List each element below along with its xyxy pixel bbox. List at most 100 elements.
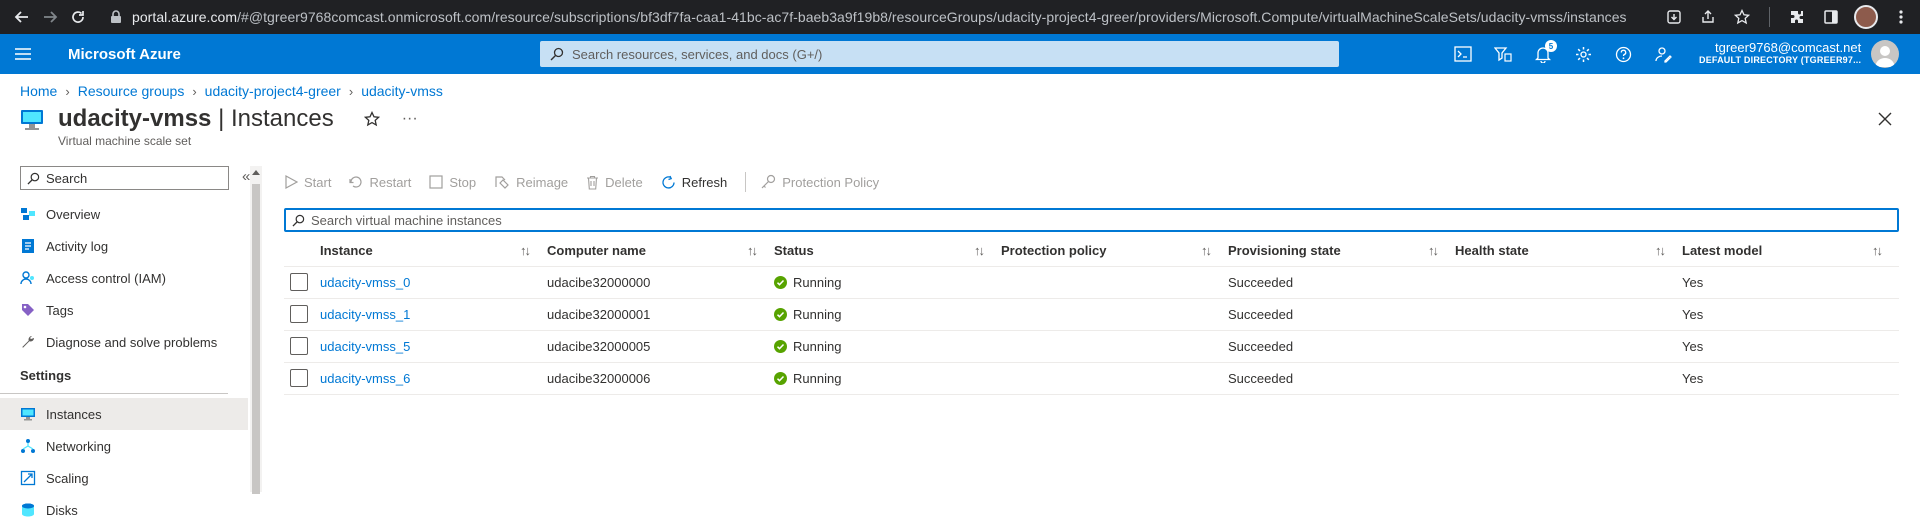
start-button[interactable]: Start: [284, 175, 331, 190]
table-header-row: Instance ↑↓ Computer name ↑↓ Status ↑↓ Prot…: [284, 236, 1899, 267]
sort-icon[interactable]: ↑↓: [1428, 243, 1439, 258]
menu-item-overview[interactable]: Overview: [0, 198, 248, 230]
menu-search-input[interactable]: Search: [20, 166, 229, 190]
global-search-input[interactable]: Search resources, services, and docs (G+…: [540, 41, 1339, 67]
scrollbar-thumb[interactable]: [252, 184, 260, 494]
bookmark-star-icon[interactable]: [1731, 6, 1753, 28]
menu-scrollbar[interactable]: [250, 166, 262, 494]
cloud-shell-icon[interactable]: [1443, 34, 1483, 74]
user-avatar[interactable]: [1871, 40, 1900, 68]
check-circle-icon: [774, 275, 787, 289]
table-row[interactable]: udacity-vmss_0 udacibe32000000 Running S…: [284, 266, 1899, 299]
instances-content: Start Restart Stop Reimage Delete Refres…: [264, 154, 1920, 494]
feedback-icon[interactable]: [1643, 34, 1683, 74]
menu-item-label: Diagnose and solve problems: [46, 334, 218, 350]
scaling-icon: [20, 470, 36, 486]
lock-icon: [110, 10, 122, 24]
breadcrumb-home[interactable]: Home: [20, 83, 57, 99]
column-header-computer-name[interactable]: Computer name ↑↓: [547, 236, 774, 267]
refresh-label: Refresh: [681, 174, 728, 190]
menu-item-networking[interactable]: Networking: [0, 430, 248, 462]
settings-gear-icon[interactable]: [1563, 34, 1603, 74]
instance-link[interactable]: udacity-vmss_0: [320, 275, 410, 290]
back-button[interactable]: [8, 3, 36, 31]
protection-policy-button[interactable]: Protection Policy: [760, 174, 879, 190]
azure-brand[interactable]: Microsoft Azure: [46, 46, 540, 63]
command-bar: Start Restart Stop Reimage Delete Refres…: [284, 162, 1900, 202]
latest-model-cell: Yes: [1682, 298, 1899, 331]
breadcrumb-resource-group[interactable]: udacity-project4-greer: [205, 83, 341, 99]
instance-link[interactable]: udacity-vmss_5: [320, 339, 410, 354]
breadcrumb: Home › Resource groups › udacity-project4-…: [0, 78, 1920, 104]
column-header-health-state[interactable]: Health state ↑↓: [1455, 236, 1682, 267]
menu-item-iam[interactable]: Access control (IAM): [0, 262, 248, 294]
breadcrumb-vmss[interactable]: udacity-vmss: [361, 83, 443, 99]
refresh-icon: [661, 175, 676, 190]
share-icon[interactable]: [1697, 6, 1719, 28]
instances-table: Instance ↑↓ Computer name ↑↓ Status ↑↓ Prot…: [284, 236, 1899, 395]
start-label: Start: [304, 174, 332, 190]
delete-button[interactable]: Delete: [586, 175, 643, 190]
forward-button[interactable]: [36, 3, 64, 31]
instances-search-input[interactable]: Search virtual machine instances: [284, 208, 1899, 232]
toolbar-divider: [745, 172, 747, 192]
notifications-bell-icon[interactable]: 5: [1523, 34, 1563, 74]
row-checkbox[interactable]: [290, 305, 308, 323]
instance-link[interactable]: udacity-vmss_1: [320, 307, 410, 322]
sort-icon[interactable]: ↑↓: [1872, 243, 1883, 258]
menu-item-instances[interactable]: Instances: [0, 398, 248, 430]
chevron-right-icon: ›: [348, 83, 354, 99]
favorite-star-icon[interactable]: [363, 111, 380, 127]
row-checkbox[interactable]: [290, 337, 308, 355]
side-panel-icon[interactable]: [1820, 6, 1842, 28]
table-row[interactable]: udacity-vmss_6 udacibe32000006 Running S…: [284, 362, 1899, 395]
scroll-up-arrow-icon[interactable]: [252, 170, 260, 175]
table-row[interactable]: udacity-vmss_1 udacibe32000001 Running S…: [284, 298, 1899, 331]
column-header-instance[interactable]: Instance ↑↓: [320, 236, 547, 267]
account-info[interactable]: tgreer9768@comcast.net DEFAULT DIRECTORY…: [1699, 41, 1861, 67]
sort-icon[interactable]: ↑↓: [1655, 243, 1666, 258]
menu-item-diagnose[interactable]: Diagnose and solve problems: [0, 326, 248, 358]
help-icon[interactable]: [1603, 34, 1643, 74]
overview-icon: [20, 206, 36, 222]
extensions-icon[interactable]: [1786, 6, 1808, 28]
provisioning-state-cell: Succeeded: [1228, 298, 1455, 331]
sort-icon[interactable]: ↑↓: [520, 243, 531, 258]
sort-icon[interactable]: ↑↓: [974, 243, 985, 258]
search-icon: [550, 47, 564, 61]
reload-button[interactable]: [64, 3, 92, 31]
menu-item-tags[interactable]: Tags: [0, 294, 248, 326]
stop-button[interactable]: Stop: [429, 175, 476, 190]
column-header-status[interactable]: Status ↑↓: [774, 236, 1001, 267]
column-header-provisioning-state[interactable]: Provisioning state ↑↓: [1228, 236, 1455, 267]
reimage-button[interactable]: Reimage: [494, 175, 568, 190]
refresh-button[interactable]: Refresh: [661, 174, 728, 190]
breadcrumb-resource-groups[interactable]: Resource groups: [78, 83, 185, 99]
menu-item-activity-log[interactable]: Activity log: [0, 230, 248, 262]
sort-icon[interactable]: ↑↓: [1201, 243, 1212, 258]
menu-item-label: Overview: [46, 206, 101, 222]
instance-link[interactable]: udacity-vmss_6: [320, 371, 410, 386]
restart-button[interactable]: Restart: [349, 175, 411, 190]
browser-toolbar: portal.azure.com/#@tgreer9768comcast.onm…: [0, 0, 1920, 34]
sort-icon[interactable]: ↑↓: [747, 243, 758, 258]
browser-profile-avatar[interactable]: [1854, 5, 1878, 29]
browser-menu-icon[interactable]: [1890, 6, 1912, 28]
protection-policy-cell: [1001, 330, 1228, 363]
more-actions-button[interactable]: ···: [402, 110, 418, 128]
install-app-icon[interactable]: [1663, 6, 1685, 28]
column-header-latest-model[interactable]: Latest model ↑↓: [1682, 236, 1899, 267]
column-header-protection-policy[interactable]: Protection policy ↑↓: [1001, 236, 1228, 267]
directory-filter-icon[interactable]: [1483, 34, 1523, 74]
table-row[interactable]: udacity-vmss_5 udacibe32000005 Running S…: [284, 330, 1899, 363]
menu-item-scaling[interactable]: Scaling: [0, 462, 248, 494]
close-blade-icon[interactable]: [1878, 112, 1892, 126]
address-bar[interactable]: portal.azure.com/#@tgreer9768comcast.onm…: [104, 3, 1645, 31]
computer-name-cell: udacibe32000001: [547, 298, 774, 331]
menu-item-disks[interactable]: Disks: [0, 494, 248, 526]
portal-menu-button[interactable]: [0, 34, 46, 74]
page-subtitle: Virtual machine scale set: [58, 134, 192, 148]
row-checkbox[interactable]: [290, 369, 308, 387]
wrench-icon: [20, 334, 36, 350]
row-checkbox[interactable]: [290, 273, 308, 291]
